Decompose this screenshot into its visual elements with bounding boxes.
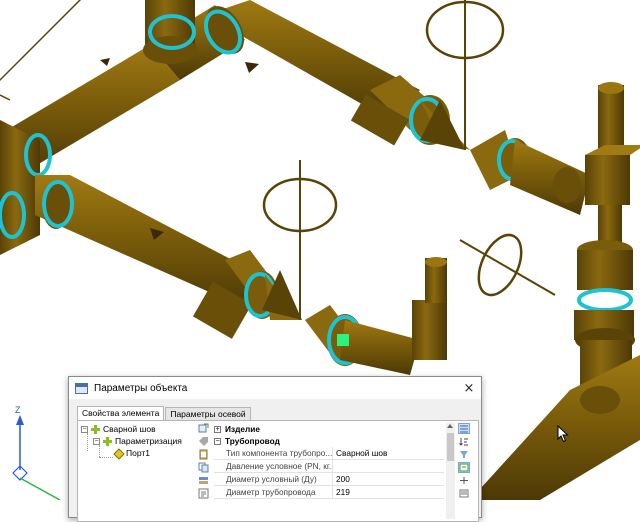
property-row[interactable]: Тип компонента трубопро... Сварной шов [214,447,444,460]
node-icon [91,424,100,434]
dialog-tabs: Свойства элемента Параметры осевой [77,406,252,421]
tree-item-label: Параметризация [115,436,182,446]
grid-settings-icon [459,463,469,472]
categorized-icon [460,425,468,433]
property-grid-toolbar [458,423,474,501]
category-label: Трубопровод [225,436,280,446]
object-parameters-dialog: Параметры объекта × Свойства элемента Па… [68,376,482,522]
axis-z-label: Z [15,405,21,415]
property-name: Диаметр условный (Ду) [214,473,334,485]
tree-item-parametrization[interactable]: − Параметризация [93,435,182,447]
property-row[interactable]: Диаметр трубопровода 219 [214,486,444,499]
list-icon [459,489,469,498]
property-value[interactable]: Сварной шов [333,447,444,459]
copy-icon[interactable] [198,462,209,473]
tab-element-properties[interactable]: Свойства элемента [77,406,165,421]
layers-icon[interactable] [198,475,209,486]
tree-item-port1[interactable]: Порт1 [114,447,150,459]
pipe-right-reducer [470,130,590,215]
property-grid: + Изделие − Трубопровод Тип компонента т… [214,423,444,499]
mouse-pointer-icon [557,425,569,443]
property-value[interactable] [333,460,444,472]
dialog-titlebar[interactable]: Параметры объекта × [69,377,481,399]
scroll-up-icon[interactable] [447,424,453,428]
category-pipeline[interactable]: − Трубопровод [214,435,444,447]
window-icon [75,382,88,394]
category-product[interactable]: + Изделие [214,423,444,435]
add-node-icon[interactable] [198,423,209,434]
collapse-icon[interactable]: − [81,425,88,433]
list-button[interactable] [458,488,470,499]
tab-axis-parameters[interactable]: Параметры осевой [165,407,251,421]
expand-icon[interactable]: + [214,425,221,433]
property-name: Диаметр трубопровода [214,486,334,498]
property-value[interactable]: 200 [333,473,444,485]
settings-button[interactable] [458,462,470,473]
property-row[interactable]: Давление условное (PN, кг... [214,460,444,473]
properties-icon[interactable] [198,488,209,499]
tree-item-label: Порт1 [126,448,150,458]
sort-alpha-button[interactable] [458,436,470,447]
filter-button[interactable] [458,449,470,460]
port-icon [114,449,123,458]
tree-item-label: Сварной шов [103,424,156,434]
property-grid-scrollbar[interactable] [446,423,455,519]
filter-icon [460,451,468,458]
element-tree: − Сварной шов − Параметризация Порт1 [78,421,196,521]
pipe-middle-reducer [305,257,447,375]
property-name: Давление условное (PN, кг... [214,460,334,472]
node-icon [103,436,112,446]
property-name: Тип компонента трубопро... [214,447,334,459]
sort-az-icon [459,438,468,446]
close-button[interactable]: × [461,380,477,396]
tab-panel: − Сварной шов − Параметризация Порт1 + И… [77,420,479,522]
valve-handwheel-right [459,233,556,297]
weld-selection-marker[interactable] [337,334,349,346]
property-value[interactable]: 219 [333,486,444,498]
property-row[interactable]: Диаметр условный (Ду) 200 [214,473,444,486]
expand-all-button[interactable] [458,475,470,486]
collapse-icon[interactable]: − [93,437,100,445]
expand-all-icon [460,477,468,484]
categorized-view-button[interactable] [458,423,470,434]
tree-item-weld[interactable]: − Сварной шов [81,423,156,435]
category-label: Изделие [225,424,260,434]
pipe-lower-right-run [470,355,640,500]
dialog-title: Параметры объекта [94,382,188,394]
clipboard-icon[interactable] [198,449,209,460]
scroll-thumb[interactable] [447,433,454,461]
tag-icon[interactable] [198,436,209,447]
pipe-top-riser [143,0,197,64]
construction-lines [0,0,82,101]
collapse-icon[interactable]: − [214,437,221,445]
axis-triad: Z [12,405,61,500]
tree-toolbar [197,421,211,521]
